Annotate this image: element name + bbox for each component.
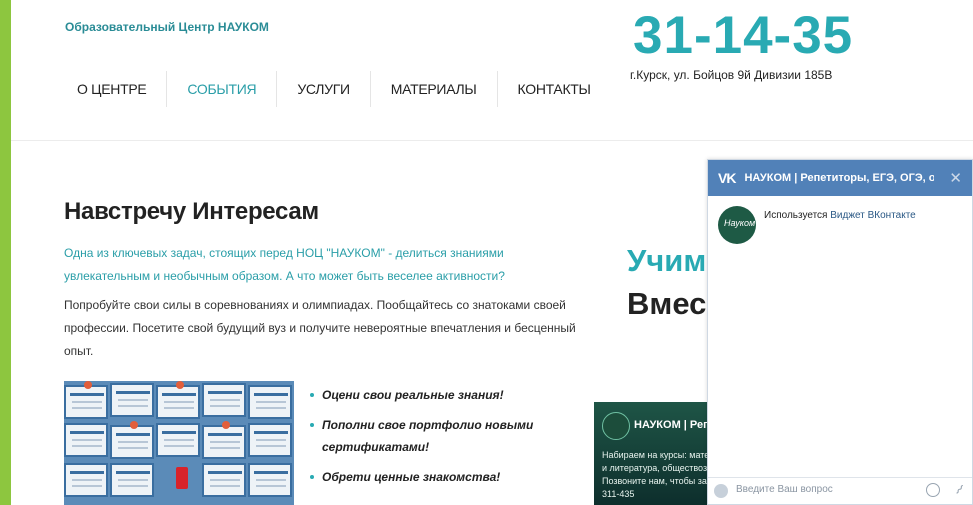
side-title-line1: Учимся	[627, 243, 707, 278]
user-avatar-icon	[714, 484, 728, 498]
vk-widget-title: НАУКОМ | Репетиторы, ЕГЭ, ОГЭ, ол...	[744, 172, 935, 184]
avatar: Науком	[718, 206, 756, 244]
vk-logo-icon: VK	[718, 170, 736, 186]
list-item: Пополни свое портфолио новыми сертификат…	[310, 414, 550, 458]
page-title: Навстречу Интересам	[64, 198, 319, 225]
certificates-photo	[64, 381, 294, 505]
list-item: Оцени свои реальные знания!	[310, 384, 550, 406]
vk-note-prefix: Используется	[764, 210, 831, 221]
body-text: Попробуйте свои силы в соревнованиях и о…	[64, 294, 584, 363]
attach-icon[interactable]: ⌇	[951, 482, 967, 498]
question-input[interactable]: Введите Ваш вопрос	[736, 484, 833, 495]
emoji-icon[interactable]	[926, 483, 940, 497]
post-line: и литература, обществознание, история	[602, 463, 708, 473]
body-line: Попробуйте свои силы в соревнованиях и о…	[64, 298, 566, 312]
post-line: Позвоните нам, чтобы записаться	[602, 476, 708, 486]
benefits-list: Оцени свои реальные знания! Пополни свое…	[310, 384, 550, 496]
vk-post-card[interactable]: НАУКОМ | Репетиторы Набираем на курсы: м…	[594, 402, 708, 505]
phone-number[interactable]: 31-14-35	[633, 6, 853, 66]
nav-item-services[interactable]: УСЛУГИ	[277, 71, 371, 107]
list-item: Обрети ценные знакомства!	[310, 466, 550, 488]
vk-chat-widget: VK НАУКОМ | Репетиторы, ЕГЭ, ОГЭ, ол... …	[707, 159, 973, 505]
lead-line: увлекательным и необычным образом. А что…	[64, 269, 505, 283]
lead-text: Одна из ключевых задач, стоящих перед НО…	[64, 242, 524, 288]
vk-widget-header[interactable]: VK НАУКОМ | Репетиторы, ЕГЭ, ОГЭ, ол... …	[708, 160, 972, 196]
brand-name[interactable]: Образовательный Центр НАУКОМ	[65, 20, 269, 34]
address: г.Курск, ул. Бойцов 9й Дивизии 185В	[630, 68, 833, 82]
close-icon[interactable]: ✕	[949, 169, 962, 187]
nav-item-about[interactable]: О ЦЕНТРЕ	[57, 71, 168, 107]
header-divider	[11, 140, 973, 141]
vk-widget-note: Используется Виджет ВКонтакте	[764, 210, 916, 221]
side-title-line2: Вместе	[627, 286, 707, 321]
post-avatar	[602, 412, 630, 440]
vk-widget-link[interactable]: Виджет ВКонтакте	[830, 210, 916, 221]
vk-input-bar: Введите Ваш вопрос ⌇	[708, 477, 972, 504]
post-line: Набираем на курсы: математика, русский я…	[602, 450, 708, 460]
post-author: НАУКОМ | Репетиторы	[634, 419, 708, 431]
body-line: профессии. Посетите свой будущий вуз и п…	[64, 321, 576, 335]
nav-item-events[interactable]: СОБЫТИЯ	[167, 71, 278, 107]
post-line: 311-435	[602, 489, 635, 499]
avatar-label: Науком	[724, 218, 756, 228]
body-line: опыт.	[64, 344, 94, 358]
nav-item-materials[interactable]: МАТЕРИАЛЫ	[371, 71, 498, 107]
nav-item-contacts[interactable]: КОНТАКТЫ	[498, 71, 611, 107]
left-accent-bar	[0, 0, 11, 505]
post-text: Набираем на курсы: математика, русский я…	[602, 449, 708, 501]
main-nav: О ЦЕНТРЕ СОБЫТИЯ УСЛУГИ МАТЕРИАЛЫ КОНТАК…	[57, 71, 611, 107]
lead-line: Одна из ключевых задач, стоящих перед НО…	[64, 246, 504, 260]
